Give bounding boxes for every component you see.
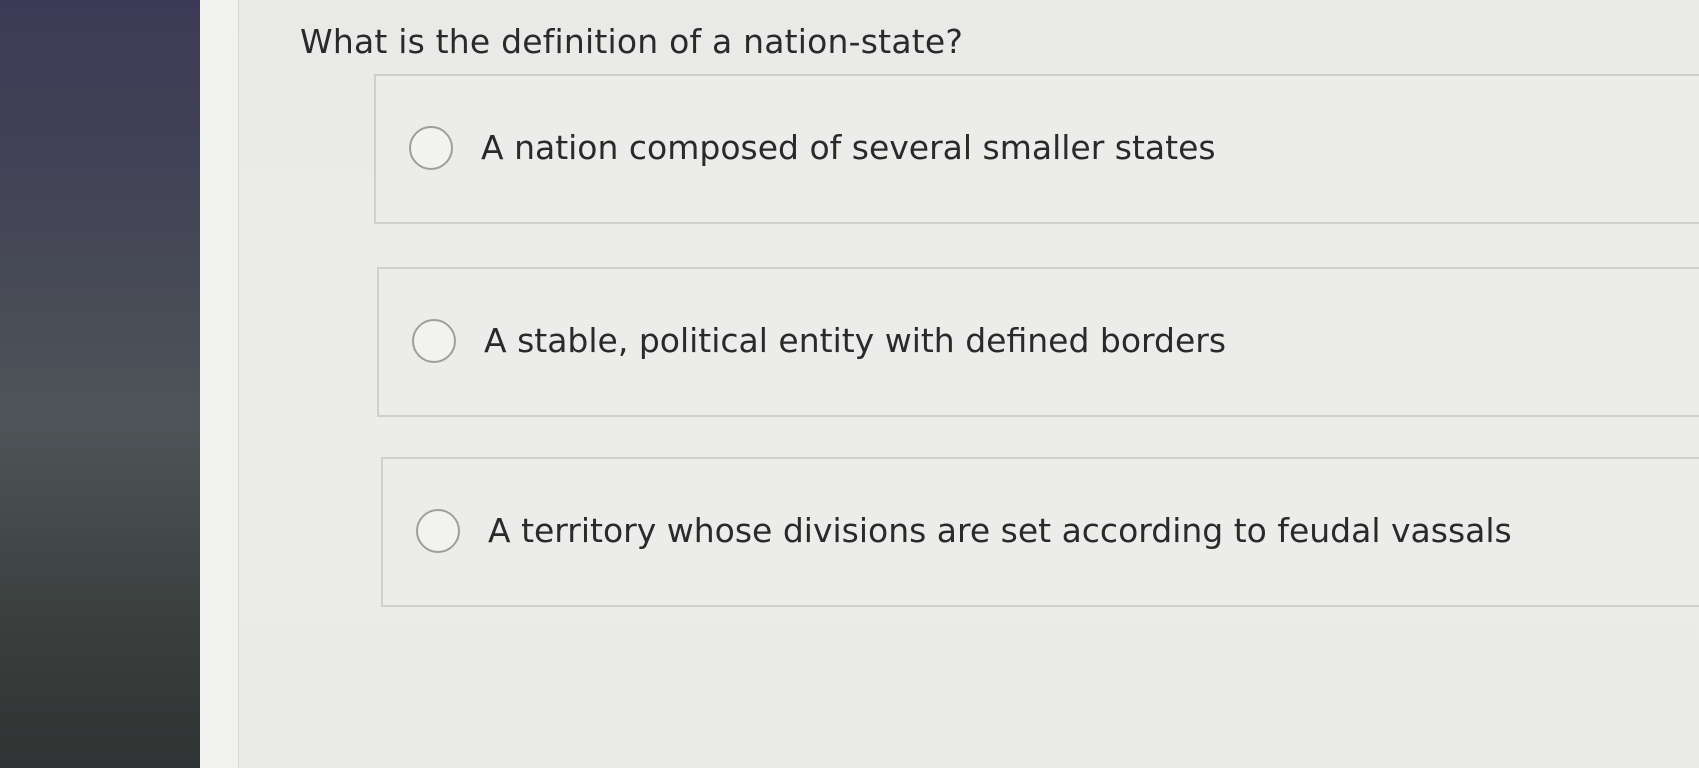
- answer-option-label: A territory whose divisions are set acco…: [488, 511, 1512, 550]
- left-margin-panel: [200, 0, 239, 768]
- answer-option-1[interactable]: A nation composed of several smaller sta…: [374, 74, 1699, 224]
- answer-option-label: A nation composed of several smaller sta…: [481, 128, 1216, 167]
- answer-option-2[interactable]: A stable, political entity with defined …: [377, 267, 1699, 417]
- answer-option-3[interactable]: A territory whose divisions are set acco…: [381, 457, 1699, 607]
- quiz-screen: What is the definition of a nation-state…: [0, 0, 1699, 768]
- radio-unchecked-icon[interactable]: [409, 126, 453, 170]
- radio-unchecked-icon[interactable]: [412, 319, 456, 363]
- monitor-bezel: [0, 0, 200, 768]
- answer-option-label: A stable, political entity with defined …: [484, 321, 1227, 360]
- question-text: What is the definition of a nation-state…: [300, 22, 964, 61]
- radio-unchecked-icon[interactable]: [416, 509, 460, 553]
